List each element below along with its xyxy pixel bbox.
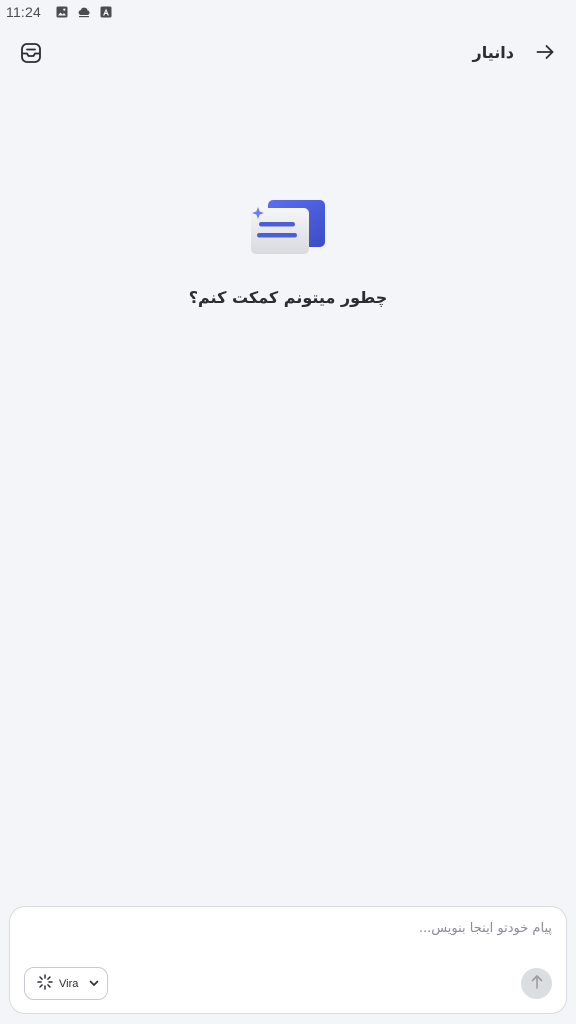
chat-cards-icon bbox=[248, 196, 328, 258]
message-composer: Vira bbox=[9, 906, 567, 1014]
send-button[interactable] bbox=[521, 968, 552, 999]
top-bar: دانیار bbox=[0, 32, 576, 76]
status-time: 11:24 bbox=[6, 4, 41, 20]
message-input[interactable] bbox=[32, 921, 552, 936]
arrow-up-icon bbox=[530, 974, 544, 994]
empty-state: چطور میتونم کمکت کنم؟ bbox=[0, 196, 576, 307]
welcome-prompt: چطور میتونم کمکت کنم؟ bbox=[188, 288, 388, 307]
status-bar: 11:24 bbox=[0, 0, 576, 24]
inbox-icon bbox=[19, 41, 43, 69]
model-name: Vira bbox=[59, 977, 79, 990]
chevron-down-icon bbox=[88, 974, 100, 993]
accessibility-icon bbox=[99, 5, 113, 19]
back-button[interactable] bbox=[532, 40, 558, 68]
image-icon bbox=[55, 5, 69, 19]
page-title: دانیار bbox=[472, 43, 514, 62]
conversations-button[interactable] bbox=[16, 40, 46, 70]
loading-spinner-icon bbox=[37, 973, 53, 994]
cloud-sync-icon bbox=[77, 5, 91, 19]
arrow-right-icon bbox=[535, 42, 555, 66]
model-selector[interactable]: Vira bbox=[24, 967, 108, 1000]
